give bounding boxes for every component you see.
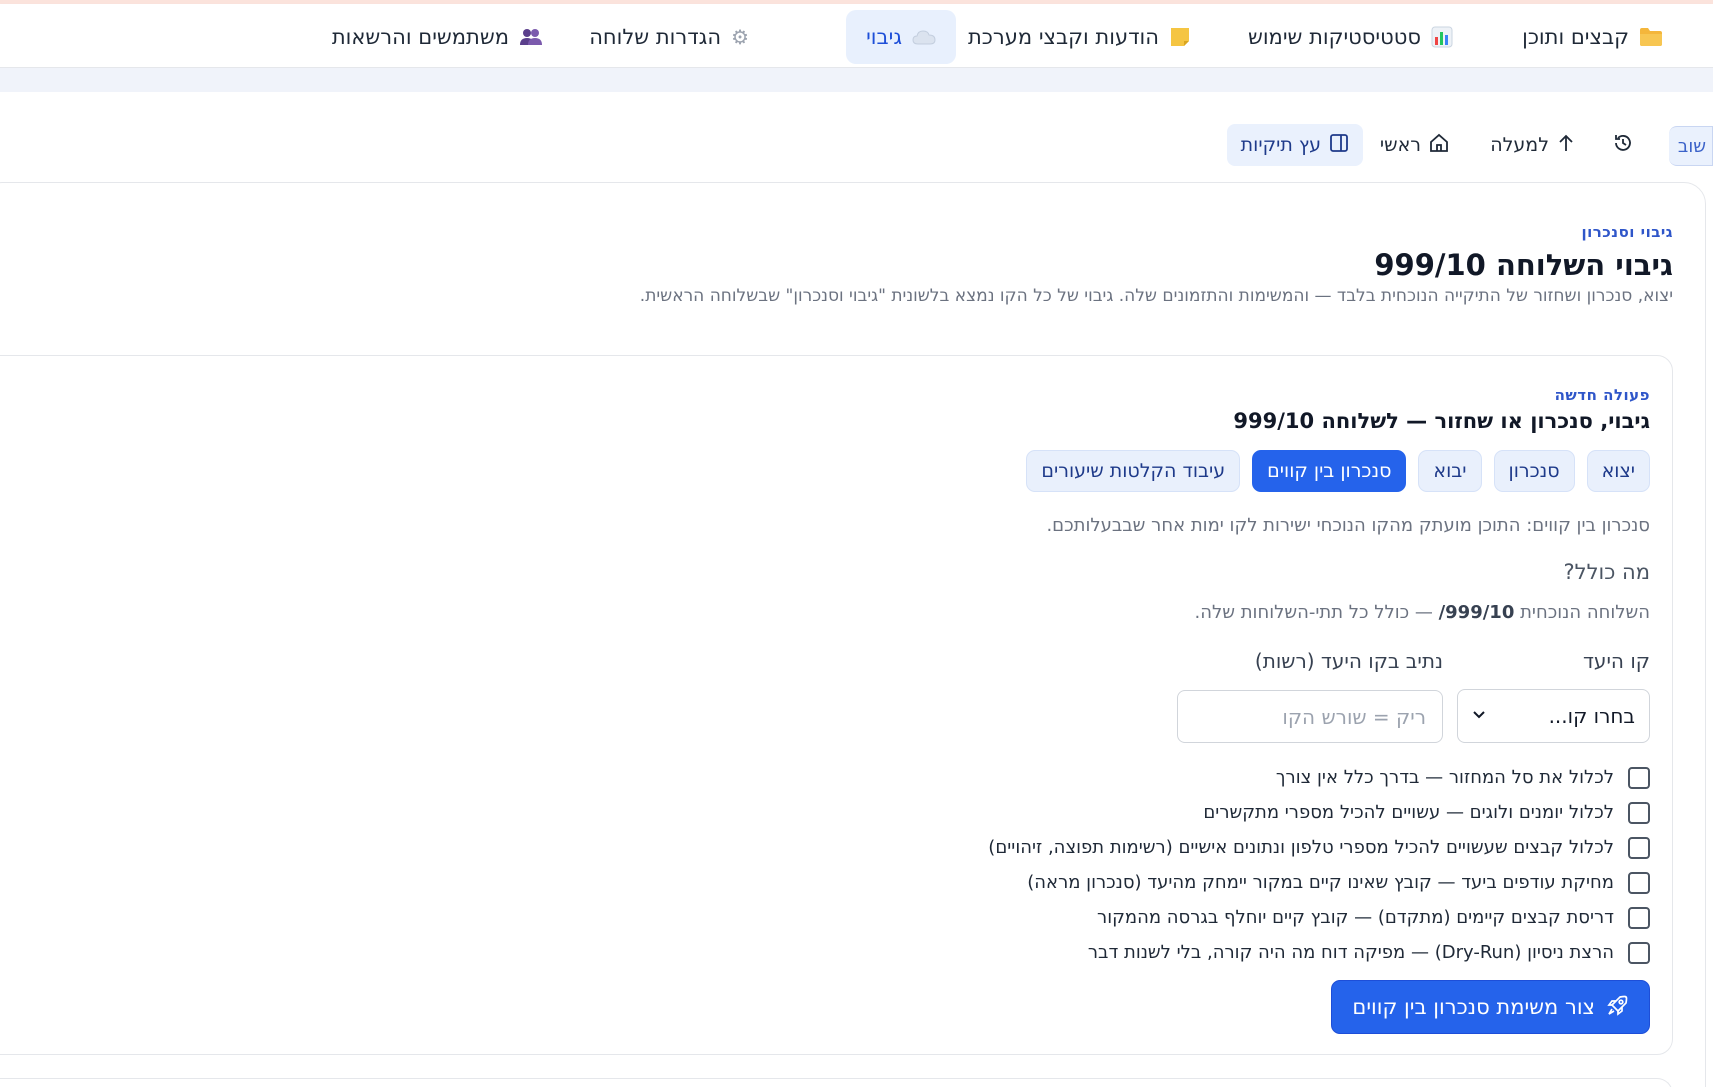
includes-heading: מה כולל? [1563,560,1650,584]
options-list: לכלול את סל המחזור — בדרך כלל אין צורך ל… [988,760,1650,970]
tab-sync[interactable]: סנכרון [1493,450,1575,492]
home-button[interactable]: ראשי [1366,124,1463,166]
includes-suffix: — כולל כל תתי-השלוחות שלה. [1194,602,1433,623]
option-label: הרצת ניסיון (Dry-Run) — מפיקה דוח מה היה… [1087,942,1614,963]
tab-lesson-recordings[interactable]: עיבוד הקלטות שיעורים [1026,450,1241,492]
includes-text: השלוחה הנוכחית /999/10 — כולל כל תתי-השל… [1195,602,1650,623]
up-button[interactable]: למעלה [1476,124,1589,166]
toolbar-edge-button[interactable]: שוב [1669,126,1713,166]
users-icon [519,28,543,46]
tab-cross-line-sync[interactable]: סנכרון בין קווים [1252,450,1407,492]
create-sync-job-button[interactable]: צור משימת סנכרון בין קווים [1331,980,1650,1034]
toolbar-edge-label: שוב [1677,135,1706,157]
option-label: לכלול את סל המחזור — בדרך כלל אין צורך [1275,767,1614,788]
page-title: גיבוי השלוחה 999/10 [1374,248,1673,282]
option-include-logs[interactable]: לכלול יומנים ולוגים — עשויים להכיל מספרי… [988,795,1650,830]
rocket-icon [1607,994,1629,1021]
nav-shadow-band [0,68,1713,92]
checkbox[interactable] [1628,906,1650,929]
target-path-label: נתיב בקו היעד (רשות) [1254,649,1443,673]
nav-label: גיבוי [866,25,902,49]
bar-chart-icon [1431,26,1453,48]
tab-import[interactable]: יבוא [1418,450,1482,492]
home-icon [1429,133,1449,158]
top-nav: קבצים ותוכן סטטיסטיקות שימוש הודעות וקבצ… [0,4,1713,68]
target-line-select[interactable]: בחרו קו... [1457,689,1650,743]
checkbox[interactable] [1628,836,1650,859]
cloud-icon [912,29,936,45]
tab-export[interactable]: יצוא [1586,450,1650,492]
action-description: סנכרון בין קווים: התוכן מועתק מהקו הנוכח… [1046,515,1650,536]
option-dry-run[interactable]: הרצת ניסיון (Dry-Run) — מפיקה דוח מה היה… [988,935,1650,970]
panel-title: גיבוי, סנכרון או שחזור — לשלוחה 999/10 [1233,409,1650,433]
nav-item-backup[interactable]: גיבוי [846,10,956,64]
next-panel-edge [0,1078,1673,1087]
option-overwrite-existing[interactable]: דריסת קבצים קיימים (מתקדם) — קובץ קיים י… [988,900,1650,935]
checkbox[interactable] [1628,871,1650,894]
option-delete-extras[interactable]: מחיקת עודפים ביעד — קובץ שאינו קיים במקו… [988,865,1650,900]
checkbox[interactable] [1628,941,1650,964]
nav-label: הגדרות שלוחה [589,25,722,49]
nav-item-users[interactable]: משתמשים והרשאות [312,10,563,64]
arrow-up-icon [1557,133,1575,158]
target-line-label: קו היעד [1583,649,1650,673]
target-path-input[interactable] [1177,690,1443,743]
option-label: מחיקת עודפים ביעד — קובץ שאינו קיים במקו… [1027,872,1614,893]
home-label: ראשי [1379,134,1421,156]
includes-path: /999/10 [1438,602,1515,623]
checkbox[interactable] [1628,766,1650,789]
nav-label: קבצים ותוכן [1522,25,1629,49]
gear-icon: ⚙ [731,25,749,49]
panel-eyebrow: פעולה חדשה [1554,386,1650,404]
nav-label: סטטיסטיקות שימוש [1247,25,1421,49]
history-button[interactable] [1599,124,1647,166]
up-label: למעלה [1490,134,1549,156]
checkbox[interactable] [1628,801,1650,824]
page-subtitle: יצוא, סנכרון ושחזור של התיקייה הנוכחית ב… [639,286,1673,306]
folder-tree-label: עץ תיקיות [1240,134,1321,156]
nav-label: משתמשים והרשאות [331,25,509,49]
sidebar-panel-icon [1329,133,1349,158]
section-eyebrow: גיבוי וסנכרון [1581,223,1673,241]
target-line-value: בחרו קו... [1548,704,1635,728]
option-include-recycle-bin[interactable]: לכלול את סל המחזור — בדרך כלל אין צורך [988,760,1650,795]
includes-prefix: השלוחה הנוכחית [1520,602,1650,623]
history-icon [1613,133,1633,158]
nav-label: הודעות וקבצי מערכת [967,25,1159,49]
option-label: לכלול קבצים שעשויים להכיל מספרי טלפון ונ… [988,837,1614,858]
nav-item-settings[interactable]: ⚙ הגדרות שלוחה [569,10,769,64]
submit-label: צור משימת סנכרון בין קווים [1352,995,1595,1019]
option-label: לכלול יומנים ולוגים — עשויים להכיל מספרי… [1203,802,1614,823]
action-tabs: יצוא סנכרון יבוא סנכרון בין קווים עיבוד … [1026,450,1650,492]
nav-item-messages[interactable]: הודעות וקבצי מערכת [948,10,1211,64]
nav-item-stats[interactable]: סטטיסטיקות שימוש [1228,10,1473,64]
option-include-personal-data[interactable]: לכלול קבצים שעשויים להכיל מספרי טלפון ונ… [988,830,1650,865]
folder-tree-button[interactable]: עץ תיקיות [1226,124,1363,166]
note-icon [1169,26,1191,48]
folder-icon [1639,27,1663,47]
option-label: דריסת קבצים קיימים (מתקדם) — קובץ קיים י… [1097,907,1614,928]
nav-item-files[interactable]: קבצים ותוכן [1502,10,1683,64]
chevron-down-icon [1472,708,1486,724]
